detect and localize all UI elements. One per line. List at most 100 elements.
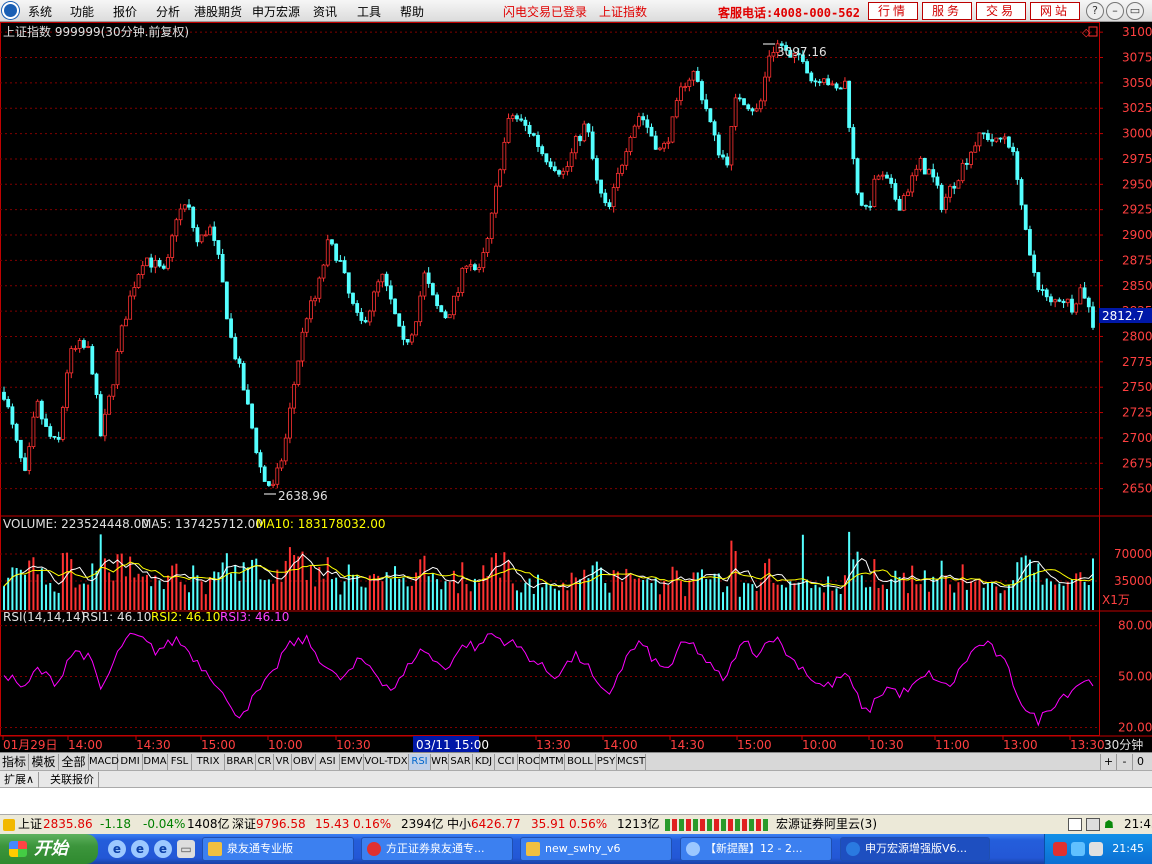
candle-body xyxy=(1082,287,1087,299)
task-quanyoutong[interactable]: 泉友通专业版 xyxy=(202,837,354,861)
stock-chart[interactable]: 3100 3075 3050 3025 3000 2975 2950 2925 2900 2875… xyxy=(0,22,1152,752)
minimize-icon[interactable]: – xyxy=(1106,2,1124,20)
restore-icon[interactable]: ▭ xyxy=(1126,2,1144,20)
indicator-tab-roc[interactable]: ROC xyxy=(518,754,540,770)
expand-tab[interactable]: 扩展∧ xyxy=(0,772,40,788)
indicator-tab-trix[interactable]: TRIX xyxy=(192,754,225,770)
candle-body xyxy=(817,81,822,84)
indicator-tab-psy[interactable]: PSY xyxy=(596,754,617,770)
price-tick-label: 2925 xyxy=(1122,203,1152,217)
website-button[interactable]: 网站 xyxy=(1030,2,1080,20)
indicator-tab-obv[interactable]: OBV xyxy=(292,754,316,770)
candle-body xyxy=(964,162,969,165)
menu-news[interactable]: 资讯 xyxy=(313,3,337,20)
desktop-icon[interactable]: ▭ xyxy=(177,840,195,858)
candle-body xyxy=(1028,229,1032,256)
candle-body xyxy=(149,257,154,268)
rsi-tick-label: 80.00 xyxy=(1118,619,1152,633)
menu-swhy[interactable]: 申万宏源 xyxy=(252,3,300,20)
extension-bar: 扩展∧ 关联报价 xyxy=(0,770,1152,788)
indicator-tab-dmi[interactable]: DMI xyxy=(118,754,143,770)
indicator-tab-voltdx[interactable]: VOL-TDX xyxy=(364,754,409,770)
start-button[interactable]: 开始 xyxy=(0,834,98,864)
price-tick-label: 2875 xyxy=(1122,253,1152,267)
indicator-tab-brar[interactable]: BRAR xyxy=(225,754,256,770)
indicator-tab-rsi[interactable]: RSI xyxy=(409,754,431,770)
system-tray: 21:45 xyxy=(1044,834,1152,864)
task-folder[interactable]: new_swhy_v6 xyxy=(520,837,672,861)
indicator-tab-macd[interactable]: MACD xyxy=(89,754,119,770)
candle-body xyxy=(910,175,915,193)
all-tab[interactable]: 全部 xyxy=(59,754,89,770)
candle-body xyxy=(943,196,948,210)
candle-body xyxy=(691,70,696,81)
task-label: new_swhy_v6 xyxy=(545,842,621,855)
menu-hk-futures[interactable]: 港股期货 xyxy=(194,3,242,20)
menu-help[interactable]: 帮助 xyxy=(400,3,424,20)
app-logo-icon[interactable] xyxy=(2,2,19,19)
tray-icon-red[interactable] xyxy=(1053,842,1067,856)
indicator-tab-wr[interactable]: WR xyxy=(431,754,449,770)
status-icon[interactable] xyxy=(3,819,15,831)
task-browser[interactable]: 【新提醒】12 - 2... xyxy=(680,837,832,861)
indicator-tab-asi[interactable]: ASI xyxy=(316,754,340,770)
server-label[interactable]: 宏源证券阿里云(3) xyxy=(776,815,877,834)
market-button[interactable]: 行情 xyxy=(868,2,918,20)
service-button[interactable]: 服务 xyxy=(922,2,972,20)
candle-body xyxy=(939,184,944,210)
tray-icon-blue[interactable] xyxy=(1071,842,1085,856)
volume-series xyxy=(3,531,1094,610)
indicator-tab-mtm[interactable]: MTM xyxy=(540,754,565,770)
candle-body xyxy=(153,260,158,268)
settings-icon[interactable] xyxy=(1086,818,1100,831)
help-icon[interactable]: ? xyxy=(1086,2,1104,20)
candle-body xyxy=(372,291,376,312)
menu-system[interactable]: 系统 xyxy=(28,3,52,20)
candle-body xyxy=(515,115,519,120)
indicator-tab-fsl[interactable]: FSL xyxy=(168,754,192,770)
price-tick-label: 2775 xyxy=(1122,355,1152,369)
candle-body xyxy=(52,435,57,438)
indicator-tab-vr[interactable]: VR xyxy=(274,754,292,770)
indicator-tab-cr[interactable]: CR xyxy=(256,754,274,770)
indicator-tab[interactable]: 指标 xyxy=(0,754,29,770)
menu-tools[interactable]: 工具 xyxy=(357,3,381,20)
ie-icon[interactable]: e xyxy=(131,840,149,858)
related-quote-tab[interactable]: 关联报价 xyxy=(46,772,99,788)
low-price-label: 2638.96 xyxy=(278,489,328,503)
sh-label: 上证 xyxy=(18,817,43,831)
menu-function[interactable]: 功能 xyxy=(70,3,94,20)
indicator-tab-cci[interactable]: CCI xyxy=(495,754,518,770)
period-label[interactable]: 30分钟 xyxy=(1104,737,1143,752)
current-index-name: 上证指数 xyxy=(599,5,648,19)
tray-icon-shield[interactable] xyxy=(1089,842,1103,856)
zx-change: 35.91 xyxy=(531,817,566,831)
task-swhy-active[interactable]: 申万宏源增强版V6... xyxy=(840,837,990,861)
menu-quote[interactable]: 报价 xyxy=(113,3,137,20)
zoom-out-button[interactable]: - xyxy=(1116,754,1132,770)
candle-body xyxy=(847,80,852,128)
trade-button[interactable]: 交易 xyxy=(976,2,1026,20)
candle-body xyxy=(733,97,738,127)
template-tab[interactable]: 模板 xyxy=(29,754,59,770)
indicator-tab-emv[interactable]: EMV xyxy=(340,754,364,770)
chart-menu-icon[interactable]: ◇ xyxy=(1082,26,1091,39)
ie-icon[interactable]: e xyxy=(108,840,126,858)
candle-body xyxy=(527,125,532,135)
zoom-in-button[interactable]: + xyxy=(1100,754,1116,770)
indicator-tab-sar[interactable]: SAR xyxy=(449,754,473,770)
notepad-icon[interactable] xyxy=(1068,818,1082,831)
indicator-tab-mcst[interactable]: MCST xyxy=(617,754,646,770)
task-founder[interactable]: 方正证券泉友通专... xyxy=(361,837,513,861)
candle-body xyxy=(725,156,730,166)
browser-icon[interactable]: e xyxy=(154,840,172,858)
candle-body xyxy=(31,416,36,448)
indicator-tab-boll[interactable]: BOLL xyxy=(565,754,596,770)
menu-analysis[interactable]: 分析 xyxy=(156,3,180,20)
flash-trade-status[interactable]: 闪电交易已登录 xyxy=(503,3,587,20)
reset-button[interactable]: 0 xyxy=(1132,754,1148,770)
candle-body xyxy=(216,240,221,255)
indicator-tab-kdj[interactable]: KDJ xyxy=(473,754,495,770)
indicator-tab-dma[interactable]: DMA xyxy=(143,754,168,770)
candle-body xyxy=(1002,136,1007,140)
